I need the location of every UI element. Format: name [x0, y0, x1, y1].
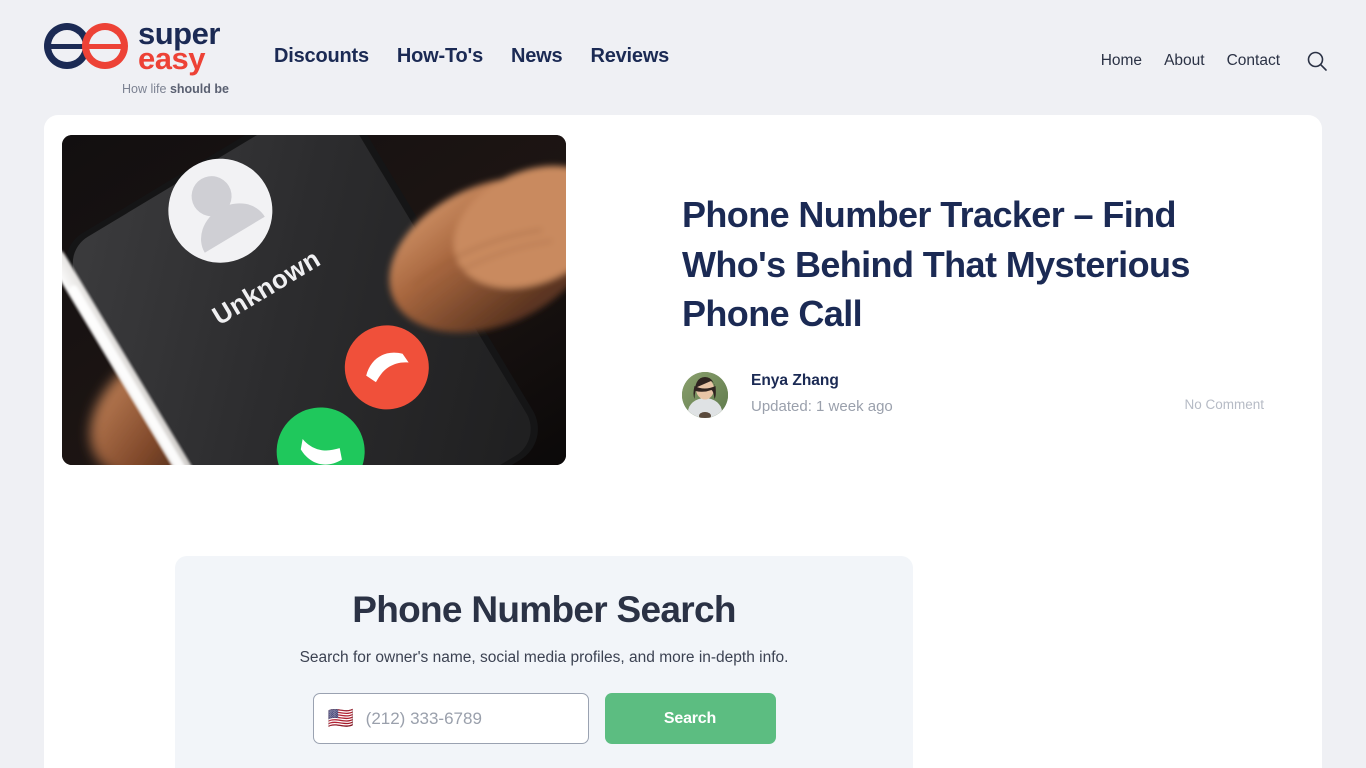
- nav-item-contact[interactable]: Contact: [1227, 52, 1280, 70]
- brand-logo[interactable]: super easy How life should be: [44, 17, 270, 100]
- site-header: super easy How life should be Discounts …: [0, 0, 1366, 115]
- article-byline: Enya Zhang Updated: 1 week ago No Commen…: [682, 370, 1282, 420]
- primary-navigation: Discounts How-To's News Reviews: [274, 45, 669, 68]
- logo-ring-right-bar: [89, 43, 121, 49]
- logo-wordmark: super easy: [138, 17, 220, 74]
- nav-item-reviews[interactable]: Reviews: [590, 45, 669, 68]
- brand-tagline: How life should be: [122, 82, 270, 96]
- article-content-card: Unknown Phone Number Tracker – Find Who'…: [44, 115, 1322, 768]
- superreasy-double-e-logo-icon: [44, 23, 128, 69]
- author-name[interactable]: Enya Zhang: [751, 372, 839, 390]
- tagline-bold: should be: [169, 82, 229, 96]
- nav-item-news[interactable]: News: [511, 45, 563, 68]
- nav-item-about[interactable]: About: [1164, 52, 1205, 70]
- nav-item-home[interactable]: Home: [1101, 52, 1142, 70]
- logo-ring-left-bar: [51, 43, 83, 49]
- logo-ring-right: [82, 23, 128, 69]
- article-header: Phone Number Tracker – Find Who's Behind…: [682, 190, 1282, 339]
- comment-count[interactable]: No Comment: [1184, 397, 1264, 412]
- search-icon[interactable]: [1304, 48, 1330, 74]
- search-submit-button[interactable]: Search: [604, 693, 776, 744]
- updated-timestamp: Updated: 1 week ago: [751, 398, 893, 415]
- phone-input-wrapper[interactable]: 🇺🇸: [312, 693, 589, 744]
- us-flag-icon[interactable]: 🇺🇸: [328, 708, 354, 729]
- phone-search-form: 🇺🇸 Search: [175, 693, 913, 744]
- tagline-regular: How life: [122, 82, 170, 96]
- phone-number-input[interactable]: [365, 708, 574, 729]
- phone-number-search-panel: Phone Number Search Search for owner's n…: [175, 556, 913, 768]
- avatar: [682, 372, 728, 418]
- search-panel-subtitle: Search for owner's name, social media pr…: [299, 649, 789, 666]
- search-panel-title: Phone Number Search: [352, 589, 736, 630]
- page-title: Phone Number Tracker – Find Who's Behind…: [682, 194, 1190, 335]
- nav-item-discounts[interactable]: Discounts: [274, 45, 369, 68]
- article-hero-image: Unknown: [62, 135, 566, 465]
- logo-row: super easy: [44, 17, 270, 74]
- utility-navigation: Home About Contact: [1101, 48, 1330, 74]
- nav-item-how-tos[interactable]: How-To's: [397, 45, 483, 68]
